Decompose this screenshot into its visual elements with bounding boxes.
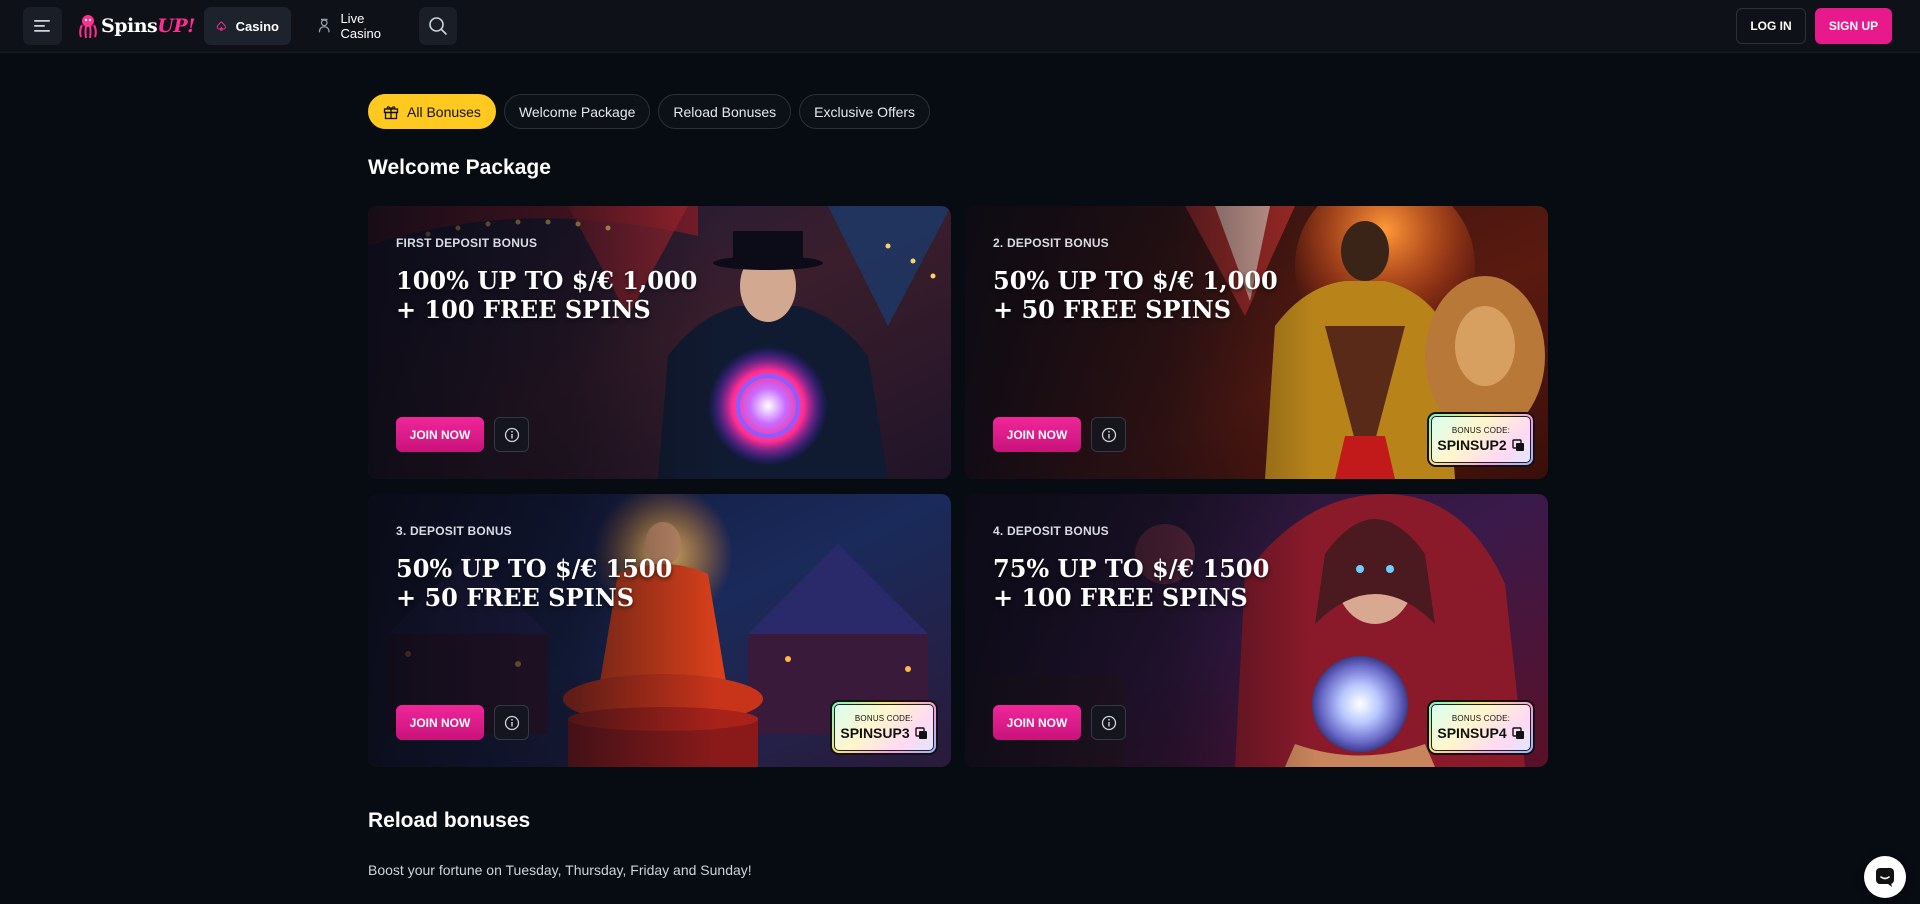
join-now-button[interactable]: JOIN NOW [396, 705, 484, 740]
bonus-code-value: SPINSUP3 [840, 725, 910, 741]
offer-line-1: 75% UP TO $/€ 1500 [993, 554, 1270, 583]
nav-tab-live-casino[interactable]: Live Casino [305, 7, 407, 45]
bonus-code-label: BONUS CODE: [1451, 426, 1511, 435]
info-icon [504, 715, 519, 730]
bonus-code-label: BONUS CODE: [1451, 714, 1511, 723]
spinsup-logo[interactable]: SpinsUP! [78, 11, 195, 41]
reload-bonuses-heading: Reload bonuses [368, 809, 531, 832]
join-now-button[interactable]: JOIN NOW [993, 417, 1081, 452]
copy-icon[interactable] [914, 726, 928, 740]
top-bar: SpinsUP! Casino Live Casino LOG IN SIGN … [0, 0, 1920, 53]
filter-all-bonuses[interactable]: All Bonuses [368, 94, 496, 129]
filter-welcome-package[interactable]: Welcome Package [503, 94, 651, 129]
bonus-card-third-deposit: 3. DEPOSIT BONUS 50% UP TO $/€ 1500 + 50… [368, 494, 951, 767]
info-button[interactable] [494, 417, 529, 452]
gift-icon [383, 105, 399, 119]
menu-button[interactable] [23, 7, 62, 45]
card-label: 3. DEPOSIT BONUS [396, 524, 512, 538]
nav-tab-label: Casino [235, 18, 279, 34]
bonus-code-box[interactable]: BONUS CODE: SPINSUP3 [832, 702, 936, 753]
offer-line-2: + 50 FREE SPINS [993, 295, 1232, 324]
bonus-code-label: BONUS CODE: [854, 714, 914, 723]
card-offer-title: 50% UP TO $/€ 1,000 + 50 FREE SPINS [993, 266, 1278, 324]
bonus-code-value: SPINSUP4 [1437, 725, 1507, 741]
signup-button[interactable]: SIGN UP [1815, 8, 1892, 44]
live-chat-button[interactable] [1864, 856, 1906, 898]
bonus-card-first-deposit: FIRST DEPOSIT BONUS 100% UP TO $/€ 1,000… [368, 206, 951, 479]
info-icon [1101, 715, 1116, 730]
filter-label: Exclusive Offers [814, 103, 916, 120]
info-button[interactable] [494, 705, 529, 740]
bonus-card-second-deposit: 2. DEPOSIT BONUS 50% UP TO $/€ 1,000 + 5… [965, 206, 1548, 479]
info-icon [1101, 427, 1116, 442]
nav-tab-label: Live Casino [340, 11, 381, 41]
filter-exclusive-offers[interactable]: Exclusive Offers [799, 94, 931, 129]
bonus-card-fourth-deposit: 4. DEPOSIT BONUS 75% UP TO $/€ 1500 + 10… [965, 494, 1548, 767]
copy-icon[interactable] [1511, 438, 1525, 452]
bonus-filter-tabs: All Bonuses Welcome Package Reload Bonus… [368, 94, 931, 129]
dealer-icon [318, 18, 330, 33]
bonus-code-row: SPINSUP3 [840, 725, 927, 741]
search-button[interactable] [419, 7, 457, 45]
card-label: FIRST DEPOSIT BONUS [396, 236, 538, 250]
copy-icon[interactable] [1511, 726, 1525, 740]
filter-label: All Bonuses [407, 103, 481, 120]
offer-line-2: + 50 FREE SPINS [396, 583, 635, 612]
bonus-code-value: SPINSUP2 [1437, 437, 1507, 453]
filter-reload-bonuses[interactable]: Reload Bonuses [658, 94, 792, 129]
bonus-code-inner: BONUS CODE: SPINSUP3 [834, 704, 934, 751]
info-icon [504, 427, 519, 442]
bonus-code-box[interactable]: BONUS CODE: SPINSUP2 [1429, 414, 1533, 465]
search-icon [429, 17, 447, 35]
offer-line-2: + 100 FREE SPINS [993, 583, 1248, 612]
bonus-code-inner: BONUS CODE: SPINSUP4 [1431, 704, 1531, 751]
join-now-button[interactable]: JOIN NOW [396, 417, 484, 452]
card-offer-title: 75% UP TO $/€ 1500 + 100 FREE SPINS [993, 554, 1269, 612]
spade-icon [216, 21, 226, 31]
offer-line-1: 100% UP TO $/€ 1,000 [396, 266, 698, 295]
hamburger-menu-icon [33, 20, 50, 32]
card-label: 4. DEPOSIT BONUS [993, 524, 1109, 538]
bonus-code-row: SPINSUP4 [1437, 725, 1524, 741]
reload-bonuses-description: Boost your fortune on Tuesday, Thursday,… [368, 862, 752, 878]
offer-line-1: 50% UP TO $/€ 1,000 [993, 266, 1278, 295]
logo-wordmark: SpinsUP! [101, 15, 195, 37]
login-button[interactable]: LOG IN [1736, 8, 1806, 44]
chat-icon [1876, 868, 1894, 887]
filter-label: Reload Bonuses [673, 103, 777, 120]
bonus-code-inner: BONUS CODE: SPINSUP2 [1431, 416, 1531, 463]
bonus-code-row: SPINSUP2 [1437, 437, 1524, 453]
bonus-code-box[interactable]: BONUS CODE: SPINSUP4 [1429, 702, 1533, 753]
offer-line-2: + 100 FREE SPINS [396, 295, 651, 324]
info-button[interactable] [1091, 417, 1126, 452]
join-now-button[interactable]: JOIN NOW [993, 705, 1081, 740]
nav-tab-casino[interactable]: Casino [204, 7, 291, 45]
octopus-logo-icon [79, 15, 97, 39]
filter-label: Welcome Package [518, 103, 636, 120]
card-label: 2. DEPOSIT BONUS [993, 236, 1109, 250]
card-offer-title: 100% UP TO $/€ 1,000 + 100 FREE SPINS [396, 266, 697, 324]
card-offer-title: 50% UP TO $/€ 1500 + 50 FREE SPINS [396, 554, 672, 612]
info-button[interactable] [1091, 705, 1126, 740]
welcome-package-heading: Welcome Package [368, 156, 551, 179]
offer-line-1: 50% UP TO $/€ 1500 [396, 554, 673, 583]
